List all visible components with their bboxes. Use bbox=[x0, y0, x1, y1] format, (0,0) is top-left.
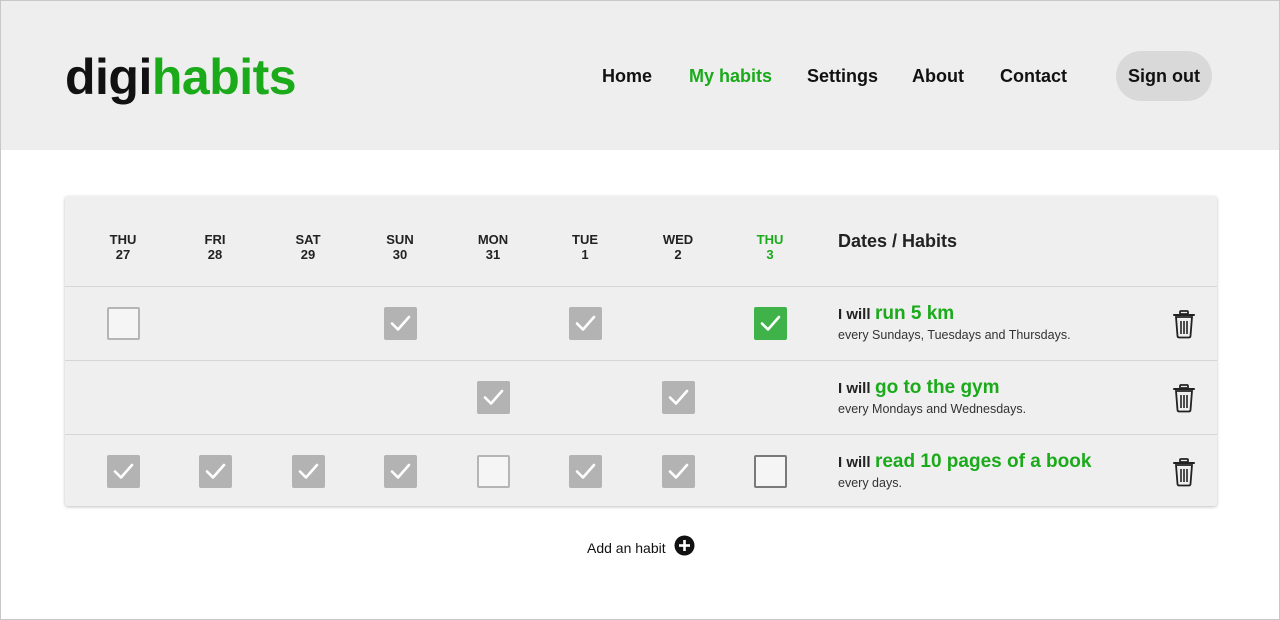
habit-checkbox-checked[interactable] bbox=[662, 381, 695, 414]
checkmark-icon bbox=[298, 463, 319, 479]
habit-checkbox-checked[interactable] bbox=[199, 455, 232, 488]
day-of-week-label: FRI bbox=[204, 232, 226, 247]
day-date-label: 1 bbox=[581, 247, 589, 262]
habit-row: I will run 5 km every Sundays, Tuesdays a… bbox=[65, 286, 1217, 360]
checkmark-icon bbox=[483, 389, 504, 405]
checkmark-icon bbox=[668, 389, 689, 405]
nav-settings-link[interactable]: Settings bbox=[807, 65, 878, 87]
habit-checkbox-unchecked[interactable] bbox=[107, 307, 140, 340]
habit-prefix: I will bbox=[838, 454, 871, 471]
habit-frequency: every Mondays and Wednesdays. bbox=[838, 402, 1027, 416]
habit-prefix: I will bbox=[838, 380, 871, 397]
habit-checkbox-checked[interactable] bbox=[384, 455, 417, 488]
brand-logo-part2: habits bbox=[151, 49, 297, 105]
habit-prefix: I will bbox=[838, 306, 871, 323]
dates-habits-header: Dates / Habits bbox=[838, 231, 958, 251]
habit-frequency: every Sundays, Tuesdays and Thursdays. bbox=[838, 328, 1071, 342]
habit-name: read 10 pages of a book bbox=[874, 451, 1092, 472]
checkmark-icon bbox=[575, 315, 596, 331]
day-date-label: 3 bbox=[766, 247, 774, 262]
trash-icon bbox=[1173, 310, 1195, 339]
habit-checkbox-checked[interactable] bbox=[292, 455, 325, 488]
day-header-4: MON 31 bbox=[453, 232, 533, 262]
habit-checkbox-unchecked[interactable] bbox=[754, 455, 787, 488]
habit-name: run 5 km bbox=[874, 303, 955, 324]
brand-logo[interactable]: digihabits bbox=[65, 47, 297, 107]
habit-name: go to the gym bbox=[874, 377, 1000, 398]
day-of-week-label: TUE bbox=[572, 232, 598, 247]
habit-checkbox-checked[interactable] bbox=[384, 307, 417, 340]
delete-habit-button[interactable] bbox=[1171, 383, 1197, 413]
day-of-week-label: SUN bbox=[386, 232, 414, 247]
habit-title: I will read 10 pages of a book bbox=[838, 450, 1091, 475]
day-header-6: WED 2 bbox=[638, 232, 718, 262]
day-of-week-label: WED bbox=[662, 232, 694, 247]
day-of-week-label: THU bbox=[756, 232, 784, 247]
table-header-row: THU 27 FRI 28 SAT 29 SUN 30 MON 31 TUE 1 WED 2 THU 3 Da… bbox=[65, 196, 1217, 286]
delete-habit-button[interactable] bbox=[1171, 309, 1197, 339]
habit-row: I will go to the gym every Mondays and We… bbox=[65, 360, 1217, 434]
checkmark-icon bbox=[668, 463, 689, 479]
day-date-label: 31 bbox=[485, 247, 501, 262]
habit-frequency: every days. bbox=[838, 476, 902, 490]
habit-checkbox-checked[interactable] bbox=[754, 307, 787, 340]
nav-contact-link[interactable]: Contact bbox=[1000, 65, 1067, 87]
day-of-week-label: THU bbox=[109, 232, 137, 247]
trash-icon bbox=[1173, 458, 1195, 487]
nav-home-link[interactable]: Home bbox=[602, 65, 652, 87]
day-header-0: THU 27 bbox=[83, 232, 163, 262]
checkmark-icon bbox=[113, 463, 134, 479]
day-header-5: TUE 1 bbox=[545, 232, 625, 262]
habits-table: THU 27 FRI 28 SAT 29 SUN 30 MON 31 TUE 1 WED 2 THU 3 Da… bbox=[65, 196, 1217, 506]
day-of-week-label: SAT bbox=[295, 232, 321, 247]
day-header-7: THU 3 bbox=[730, 232, 810, 262]
checkmark-icon bbox=[390, 463, 411, 479]
checkmark-icon bbox=[575, 463, 596, 479]
site-header: digihabits Home My habits Settings About… bbox=[1, 1, 1279, 150]
plus-circle-icon bbox=[674, 535, 695, 561]
day-header-2: SAT 29 bbox=[268, 232, 348, 262]
checkmark-icon bbox=[205, 463, 226, 479]
brand-logo-part1: digi bbox=[65, 49, 152, 105]
habit-row: I will read 10 pages of a book every days… bbox=[65, 434, 1217, 508]
delete-habit-button[interactable] bbox=[1171, 457, 1197, 487]
sign-out-button[interactable]: Sign out bbox=[1116, 51, 1212, 101]
habit-checkbox-checked[interactable] bbox=[477, 381, 510, 414]
habit-checkbox-unchecked[interactable] bbox=[477, 455, 510, 488]
add-habit-button[interactable]: Add an habit bbox=[587, 535, 695, 557]
add-habit-label: Add an habit bbox=[587, 540, 666, 556]
habit-checkbox-checked[interactable] bbox=[569, 307, 602, 340]
day-header-3: SUN 30 bbox=[360, 232, 440, 262]
habit-title: I will go to the gym bbox=[838, 376, 1000, 401]
habit-title: I will run 5 km bbox=[838, 302, 954, 327]
day-date-label: 2 bbox=[674, 247, 682, 262]
checkmark-icon bbox=[390, 315, 411, 331]
day-date-label: 27 bbox=[115, 247, 131, 262]
day-date-label: 28 bbox=[207, 247, 223, 262]
checkmark-icon bbox=[760, 315, 781, 331]
trash-icon bbox=[1173, 384, 1195, 413]
day-date-label: 30 bbox=[392, 247, 408, 262]
day-date-label: 29 bbox=[300, 247, 316, 262]
habit-checkbox-checked[interactable] bbox=[569, 455, 602, 488]
day-header-1: FRI 28 bbox=[175, 232, 255, 262]
habit-checkbox-checked[interactable] bbox=[107, 455, 140, 488]
day-of-week-label: MON bbox=[477, 232, 509, 247]
habit-checkbox-checked[interactable] bbox=[662, 455, 695, 488]
nav-about-link[interactable]: About bbox=[912, 65, 964, 87]
nav-my-habits-link[interactable]: My habits bbox=[689, 65, 772, 87]
